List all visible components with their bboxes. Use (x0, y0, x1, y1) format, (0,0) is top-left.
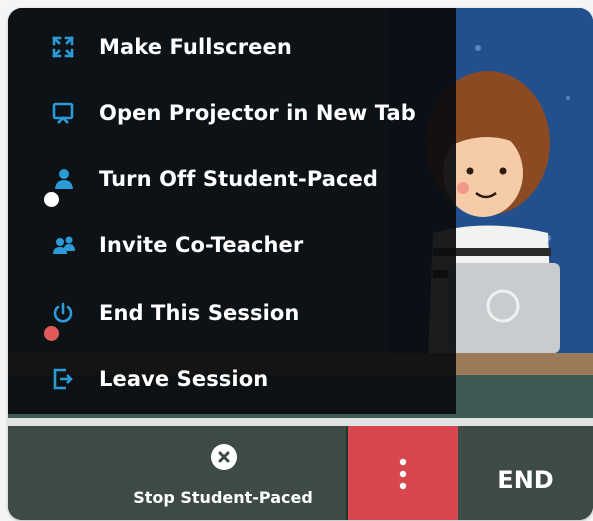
app-frame: Make Fullscreen Open Projector in New Ta… (8, 8, 593, 520)
student-icon (52, 168, 74, 190)
menu-item-projector[interactable]: Open Projector in New Tab (8, 88, 456, 138)
menu-item-label: Leave Session (99, 367, 269, 391)
menu-item-label: Make Fullscreen (99, 35, 292, 59)
menu-item-label: Turn Off Student-Paced (99, 167, 379, 191)
menu-item-label: End This Session (99, 301, 300, 325)
exit-icon (52, 368, 74, 390)
menu-item-invite-co-teacher[interactable]: Invite Co-Teacher (8, 220, 456, 270)
more-options-button[interactable] (346, 426, 458, 520)
more-vertical-icon (399, 458, 407, 490)
end-button-label: END (497, 466, 554, 494)
menu-item-leave-session[interactable]: Leave Session (8, 354, 456, 404)
power-icon (52, 302, 74, 324)
session-menu: Make Fullscreen Open Projector in New Ta… (8, 8, 456, 414)
menu-item-label: Invite Co-Teacher (99, 233, 304, 257)
stop-student-paced-button[interactable]: Stop Student-Paced (118, 426, 328, 520)
menu-item-fullscreen[interactable]: Make Fullscreen (8, 22, 456, 72)
menu-item-student-paced[interactable]: Turn Off Student-Paced (8, 154, 456, 204)
menu-item-end-session[interactable]: End This Session (8, 288, 456, 338)
co-teacher-icon (52, 234, 75, 256)
status-dot-white (44, 192, 59, 207)
close-circle-icon (211, 444, 237, 470)
menu-item-label: Open Projector in New Tab (99, 101, 416, 125)
stop-student-paced-label: Stop Student-Paced (133, 488, 313, 507)
status-dot-red (44, 326, 59, 341)
projector-icon (52, 102, 74, 124)
toolbar-divider (8, 418, 593, 426)
fullscreen-icon (52, 36, 74, 58)
end-button[interactable]: END (458, 426, 593, 520)
